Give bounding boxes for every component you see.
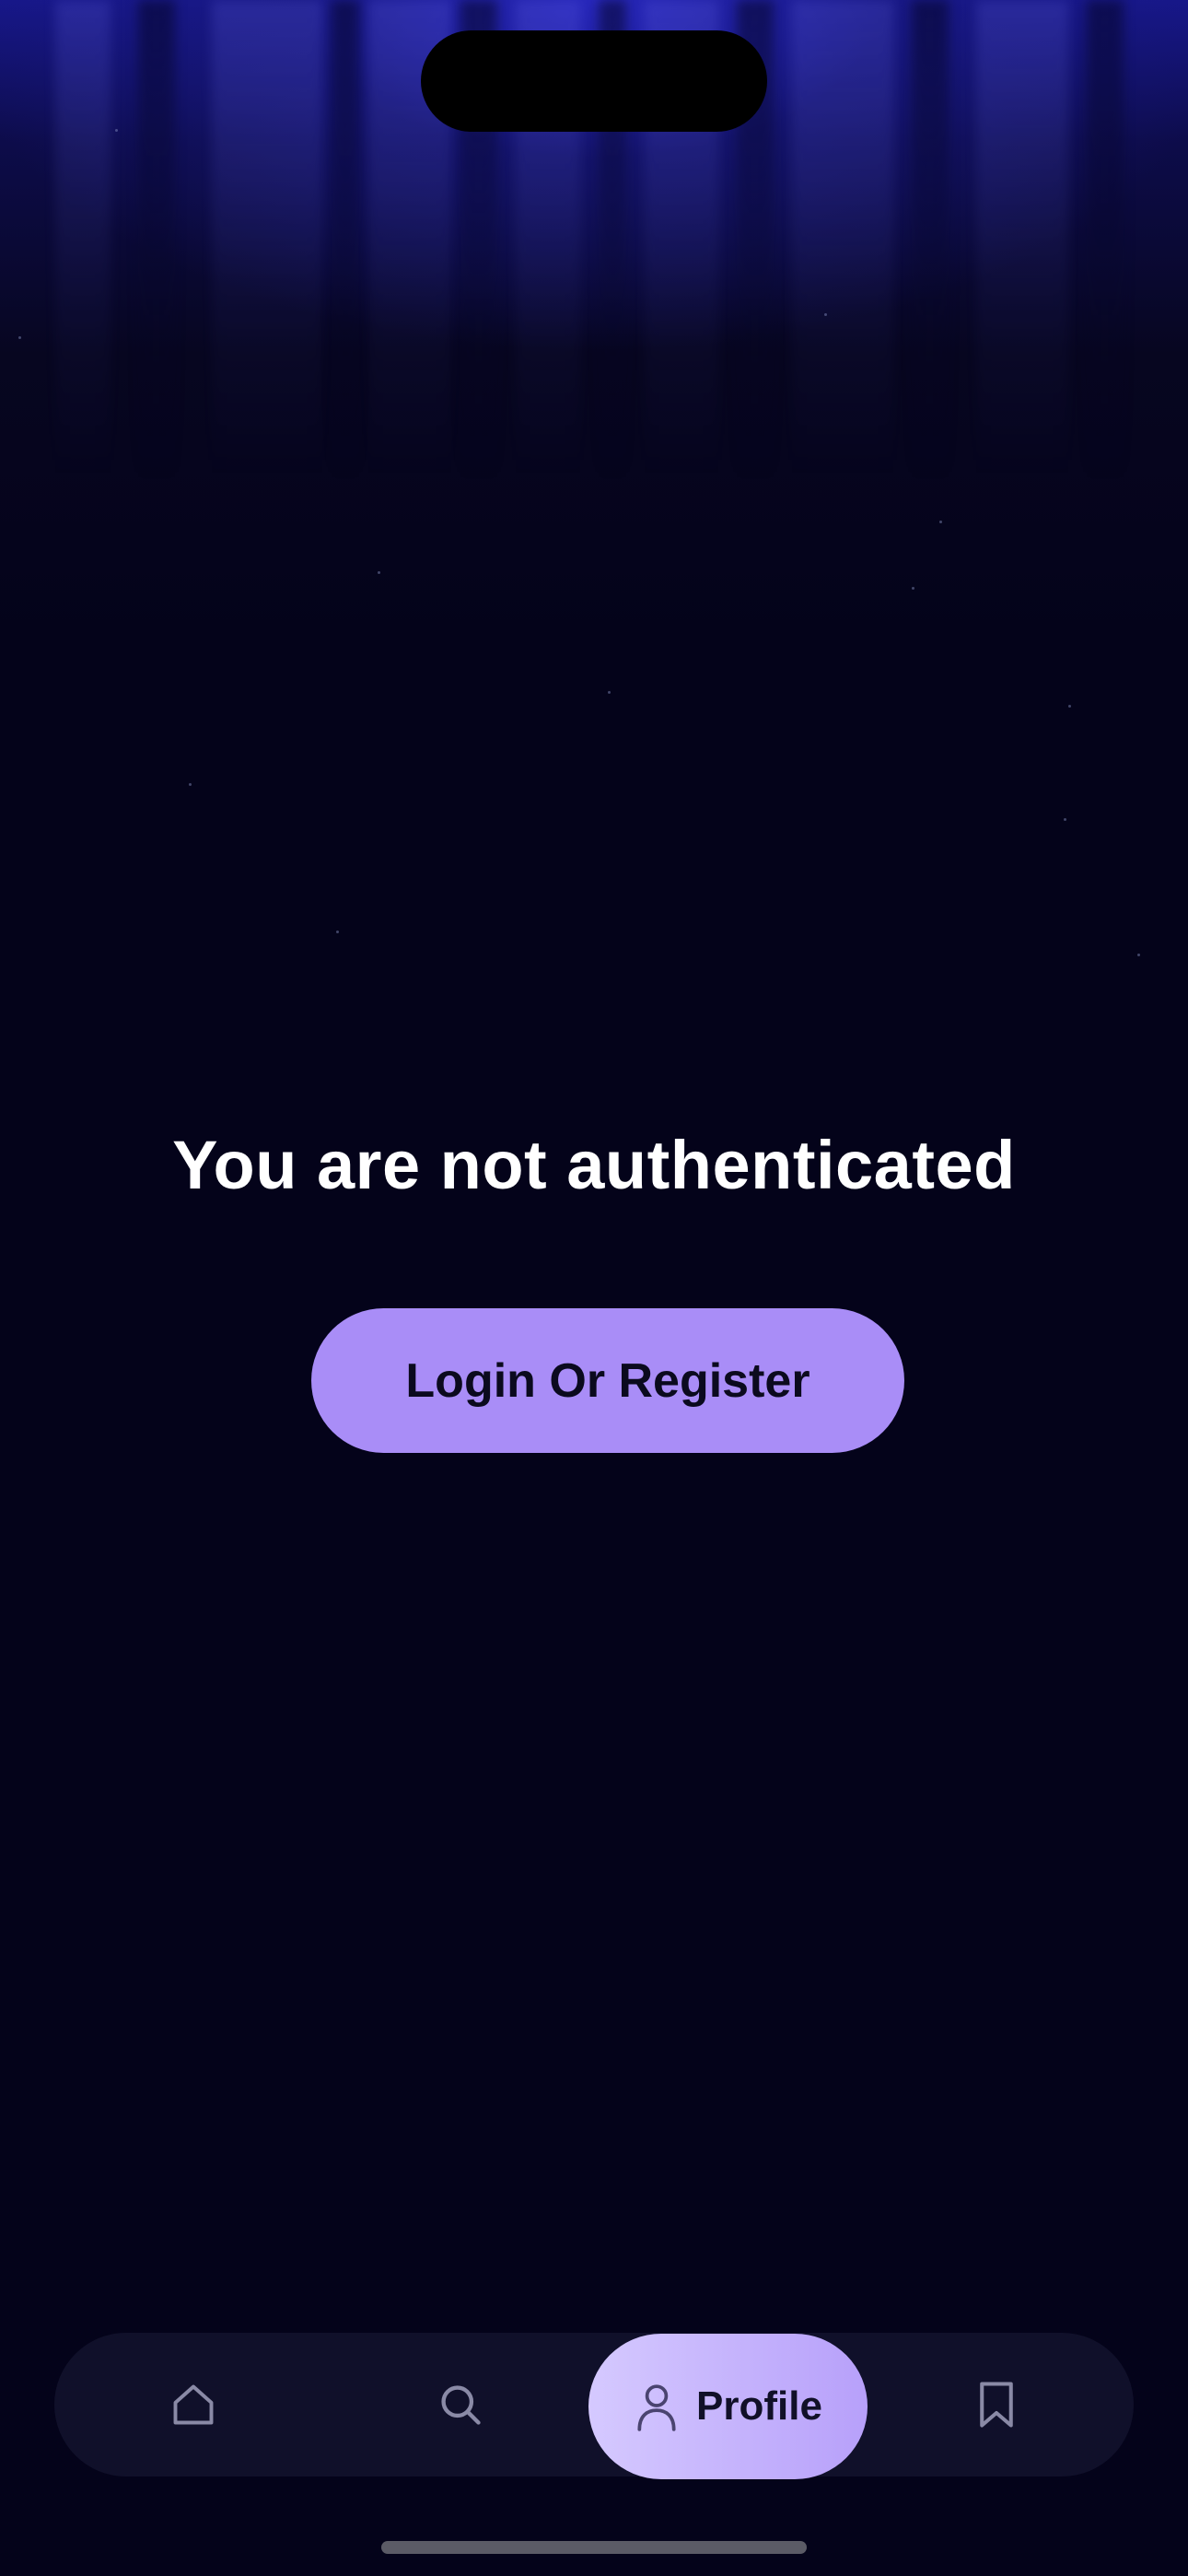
star-dot [1068,705,1071,708]
star-dot [608,691,611,694]
tab-search[interactable] [405,2375,516,2434]
light-beam [212,0,322,479]
star-dot [939,521,942,523]
star-dot [1064,818,1066,821]
light-beam [138,0,175,479]
star-dot [189,783,192,786]
tab-home[interactable] [138,2375,249,2434]
tab-bookmarks[interactable] [941,2375,1052,2434]
search-icon [437,2381,484,2429]
auth-required-screen: You are not authenticated Login Or Regis… [0,0,1188,2576]
tab-profile-label: Profile [696,2383,822,2429]
star-dot [378,571,380,574]
light-beam [1087,0,1124,479]
person-icon [634,2382,680,2431]
star-dot [18,336,21,339]
star-dot [115,129,118,132]
star-dot [824,313,827,316]
bookmark-icon [975,2380,1018,2430]
not-authenticated-heading: You are not authenticated [172,1127,1016,1203]
light-beam [912,0,949,479]
home-indicator[interactable] [381,2541,807,2554]
tab-profile[interactable]: Profile [588,2334,868,2479]
light-beam [976,0,1068,479]
light-beam [792,0,893,479]
star-dot [1137,954,1140,956]
login-or-register-button[interactable]: Login Or Register [311,1308,904,1453]
light-beam [332,0,359,479]
light-beam [55,0,111,479]
star-dot [912,587,914,590]
dynamic-island [421,30,767,132]
star-dot [336,931,339,933]
home-icon [169,2381,217,2429]
